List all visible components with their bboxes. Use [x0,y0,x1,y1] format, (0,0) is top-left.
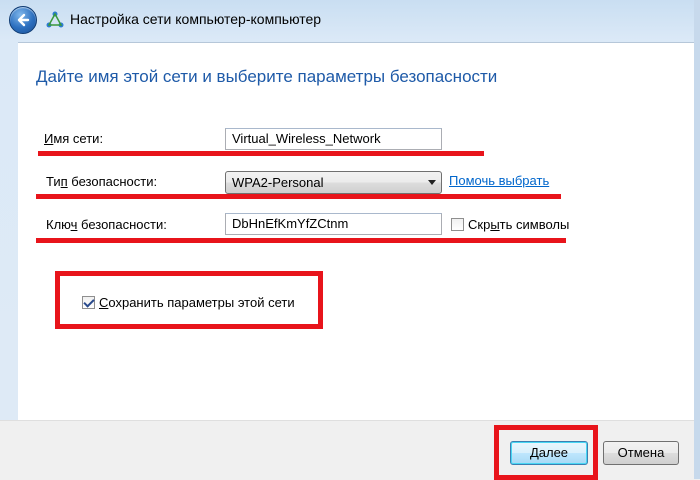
red-underline-security-type [36,194,561,199]
save-settings-checkbox[interactable] [82,296,95,309]
cancel-button[interactable]: Отмена [603,441,679,465]
back-button[interactable] [9,6,37,34]
window-title: Настройка сети компьютер-компьютер [70,11,322,27]
help-choose-link[interactable]: Помочь выбрать [449,173,549,188]
security-type-select[interactable]: WPA2-Personal [225,171,442,194]
next-button[interactable]: Далее [510,441,588,465]
save-settings-label[interactable]: Сохранить параметры этой сети [99,295,295,310]
page-heading: Дайте имя этой сети и выберите параметры… [36,67,498,86]
back-arrow-icon [17,13,30,27]
security-key-label: Ключ безопасности: [46,217,167,232]
chevron-down-icon [428,180,436,185]
network-name-input[interactable]: Virtual_Wireless_Network [225,128,442,150]
network-icon [46,11,64,28]
security-key-input[interactable]: DbHnEfKmYfZCtnm [225,213,442,235]
hide-characters-label[interactable]: Скрыть символы [468,217,569,232]
window-border [694,0,700,479]
dialog-window: Настройка сети компьютер-компьютер Дайте… [0,0,700,480]
button-bar: Далее Отмена [0,420,700,480]
hide-characters-checkbox[interactable] [451,218,464,231]
security-type-value: WPA2-Personal [232,175,324,190]
content-panel: Дайте имя этой сети и выберите параметры… [18,42,694,420]
network-name-label: Имя сети: [44,131,104,146]
title-bar: Настройка сети компьютер-компьютер [0,0,700,40]
red-underline-security-key [36,238,566,243]
security-type-label: Тип безопасности: [46,174,158,189]
red-underline-network-name [38,151,484,156]
